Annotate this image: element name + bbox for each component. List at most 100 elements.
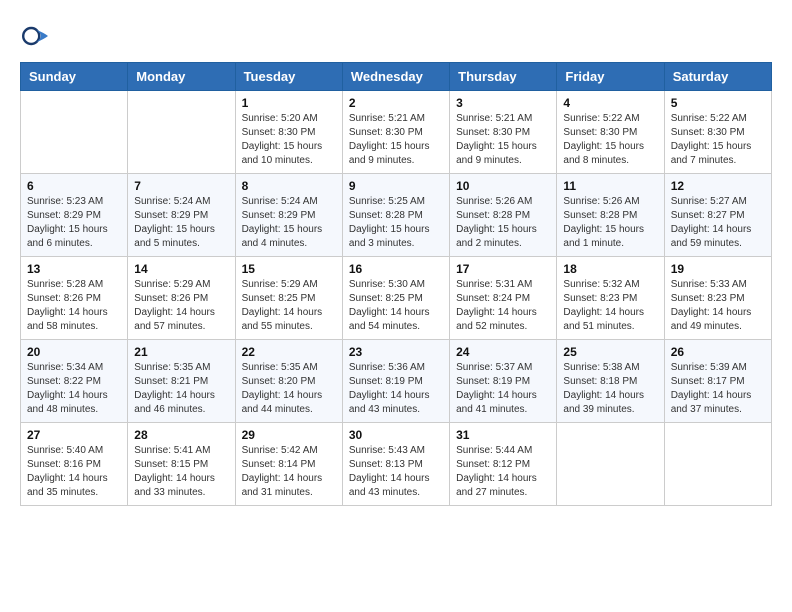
day-number: 19 xyxy=(671,262,765,276)
day-info: Sunrise: 5:28 AM Sunset: 8:26 PM Dayligh… xyxy=(27,278,121,334)
day-info: Sunrise: 5:31 AM Sunset: 8:24 PM Dayligh… xyxy=(456,278,550,334)
calendar-cell: 28 Sunrise: 5:41 AM Sunset: 8:15 PM Dayli… xyxy=(128,423,235,506)
logo xyxy=(20,20,56,52)
day-number: 18 xyxy=(563,262,657,276)
day-number: 17 xyxy=(456,262,550,276)
day-info: Sunrise: 5:34 AM Sunset: 8:22 PM Dayligh… xyxy=(27,361,121,417)
day-info: Sunrise: 5:35 AM Sunset: 8:21 PM Dayligh… xyxy=(134,361,228,417)
weekday-header-monday: Monday xyxy=(128,63,235,91)
calendar-header-row: SundayMondayTuesdayWednesdayThursdayFrid… xyxy=(21,63,772,91)
day-number: 9 xyxy=(349,179,443,193)
calendar-cell: 27 Sunrise: 5:40 AM Sunset: 8:16 PM Dayli… xyxy=(21,423,128,506)
day-number: 28 xyxy=(134,428,228,442)
day-info: Sunrise: 5:29 AM Sunset: 8:25 PM Dayligh… xyxy=(242,278,336,334)
calendar-week-1: 1 Sunrise: 5:20 AM Sunset: 8:30 PM Daylig… xyxy=(21,91,772,174)
weekday-header-sunday: Sunday xyxy=(21,63,128,91)
day-info: Sunrise: 5:21 AM Sunset: 8:30 PM Dayligh… xyxy=(349,112,443,168)
day-number: 6 xyxy=(27,179,121,193)
day-info: Sunrise: 5:40 AM Sunset: 8:16 PM Dayligh… xyxy=(27,444,121,500)
day-number: 24 xyxy=(456,345,550,359)
calendar-cell: 23 Sunrise: 5:36 AM Sunset: 8:19 PM Dayli… xyxy=(342,340,449,423)
day-info: Sunrise: 5:32 AM Sunset: 8:23 PM Dayligh… xyxy=(563,278,657,334)
day-info: Sunrise: 5:24 AM Sunset: 8:29 PM Dayligh… xyxy=(134,195,228,251)
day-number: 21 xyxy=(134,345,228,359)
day-number: 26 xyxy=(671,345,765,359)
day-number: 14 xyxy=(134,262,228,276)
calendar-cell: 17 Sunrise: 5:31 AM Sunset: 8:24 PM Dayli… xyxy=(450,257,557,340)
day-number: 22 xyxy=(242,345,336,359)
day-info: Sunrise: 5:44 AM Sunset: 8:12 PM Dayligh… xyxy=(456,444,550,500)
day-info: Sunrise: 5:29 AM Sunset: 8:26 PM Dayligh… xyxy=(134,278,228,334)
day-info: Sunrise: 5:21 AM Sunset: 8:30 PM Dayligh… xyxy=(456,112,550,168)
day-number: 10 xyxy=(456,179,550,193)
calendar-cell: 30 Sunrise: 5:43 AM Sunset: 8:13 PM Dayli… xyxy=(342,423,449,506)
day-number: 11 xyxy=(563,179,657,193)
calendar-cell: 4 Sunrise: 5:22 AM Sunset: 8:30 PM Daylig… xyxy=(557,91,664,174)
calendar-cell: 16 Sunrise: 5:30 AM Sunset: 8:25 PM Dayli… xyxy=(342,257,449,340)
day-info: Sunrise: 5:33 AM Sunset: 8:23 PM Dayligh… xyxy=(671,278,765,334)
calendar-cell xyxy=(664,423,771,506)
day-info: Sunrise: 5:22 AM Sunset: 8:30 PM Dayligh… xyxy=(671,112,765,168)
day-info: Sunrise: 5:39 AM Sunset: 8:17 PM Dayligh… xyxy=(671,361,765,417)
day-info: Sunrise: 5:25 AM Sunset: 8:28 PM Dayligh… xyxy=(349,195,443,251)
day-number: 2 xyxy=(349,96,443,110)
calendar-cell: 2 Sunrise: 5:21 AM Sunset: 8:30 PM Daylig… xyxy=(342,91,449,174)
day-info: Sunrise: 5:30 AM Sunset: 8:25 PM Dayligh… xyxy=(349,278,443,334)
day-number: 7 xyxy=(134,179,228,193)
calendar-cell: 31 Sunrise: 5:44 AM Sunset: 8:12 PM Dayli… xyxy=(450,423,557,506)
day-info: Sunrise: 5:23 AM Sunset: 8:29 PM Dayligh… xyxy=(27,195,121,251)
day-number: 15 xyxy=(242,262,336,276)
calendar-cell: 22 Sunrise: 5:35 AM Sunset: 8:20 PM Dayli… xyxy=(235,340,342,423)
calendar-cell: 29 Sunrise: 5:42 AM Sunset: 8:14 PM Dayli… xyxy=(235,423,342,506)
calendar-week-2: 6 Sunrise: 5:23 AM Sunset: 8:29 PM Daylig… xyxy=(21,174,772,257)
day-number: 3 xyxy=(456,96,550,110)
day-number: 5 xyxy=(671,96,765,110)
calendar-cell: 15 Sunrise: 5:29 AM Sunset: 8:25 PM Dayli… xyxy=(235,257,342,340)
calendar-cell: 3 Sunrise: 5:21 AM Sunset: 8:30 PM Daylig… xyxy=(450,91,557,174)
day-info: Sunrise: 5:43 AM Sunset: 8:13 PM Dayligh… xyxy=(349,444,443,500)
calendar-week-3: 13Sunrise: 5:28 AM Sunset: 8:26 PM Dayli… xyxy=(21,257,772,340)
day-number: 20 xyxy=(27,345,121,359)
day-number: 4 xyxy=(563,96,657,110)
calendar-cell: 20 Sunrise: 5:34 AM Sunset: 8:22 PM Dayli… xyxy=(21,340,128,423)
day-number: 8 xyxy=(242,179,336,193)
day-info: Sunrise: 5:20 AM Sunset: 8:30 PM Dayligh… xyxy=(242,112,336,168)
day-number: 25 xyxy=(563,345,657,359)
calendar-cell: 19 Sunrise: 5:33 AM Sunset: 8:23 PM Dayli… xyxy=(664,257,771,340)
calendar-cell: 6 Sunrise: 5:23 AM Sunset: 8:29 PM Daylig… xyxy=(21,174,128,257)
day-info: Sunrise: 5:41 AM Sunset: 8:15 PM Dayligh… xyxy=(134,444,228,500)
weekday-header-friday: Friday xyxy=(557,63,664,91)
weekday-header-wednesday: Wednesday xyxy=(342,63,449,91)
day-number: 30 xyxy=(349,428,443,442)
day-number: 16 xyxy=(349,262,443,276)
calendar-cell xyxy=(557,423,664,506)
calendar-week-4: 20 Sunrise: 5:34 AM Sunset: 8:22 PM Dayli… xyxy=(21,340,772,423)
day-number: 29 xyxy=(242,428,336,442)
calendar-cell: 5 Sunrise: 5:22 AM Sunset: 8:30 PM Daylig… xyxy=(664,91,771,174)
weekday-header-saturday: Saturday xyxy=(664,63,771,91)
day-info: Sunrise: 5:35 AM Sunset: 8:20 PM Dayligh… xyxy=(242,361,336,417)
day-number: 12 xyxy=(671,179,765,193)
day-info: Sunrise: 5:36 AM Sunset: 8:19 PM Dayligh… xyxy=(349,361,443,417)
calendar-cell: 8 Sunrise: 5:24 AM Sunset: 8:29 PM Daylig… xyxy=(235,174,342,257)
day-info: Sunrise: 5:24 AM Sunset: 8:29 PM Dayligh… xyxy=(242,195,336,251)
day-number: 31 xyxy=(456,428,550,442)
day-info: Sunrise: 5:38 AM Sunset: 8:18 PM Dayligh… xyxy=(563,361,657,417)
calendar-table: SundayMondayTuesdayWednesdayThursdayFrid… xyxy=(20,62,772,506)
calendar-cell: 25 Sunrise: 5:38 AM Sunset: 8:18 PM Dayli… xyxy=(557,340,664,423)
day-number: 1 xyxy=(242,96,336,110)
day-info: Sunrise: 5:42 AM Sunset: 8:14 PM Dayligh… xyxy=(242,444,336,500)
calendar-cell: 10Sunrise: 5:26 AM Sunset: 8:28 PM Dayli… xyxy=(450,174,557,257)
day-number: 23 xyxy=(349,345,443,359)
day-info: Sunrise: 5:22 AM Sunset: 8:30 PM Dayligh… xyxy=(563,112,657,168)
calendar-cell: 13Sunrise: 5:28 AM Sunset: 8:26 PM Dayli… xyxy=(21,257,128,340)
page-header xyxy=(20,20,772,52)
calendar-cell xyxy=(128,91,235,174)
day-number: 27 xyxy=(27,428,121,442)
calendar-cell: 24Sunrise: 5:37 AM Sunset: 8:19 PM Dayli… xyxy=(450,340,557,423)
weekday-header-thursday: Thursday xyxy=(450,63,557,91)
calendar-cell: 1 Sunrise: 5:20 AM Sunset: 8:30 PM Daylig… xyxy=(235,91,342,174)
calendar-cell: 18 Sunrise: 5:32 AM Sunset: 8:23 PM Dayli… xyxy=(557,257,664,340)
calendar-cell: 7 Sunrise: 5:24 AM Sunset: 8:29 PM Daylig… xyxy=(128,174,235,257)
calendar-cell xyxy=(21,91,128,174)
